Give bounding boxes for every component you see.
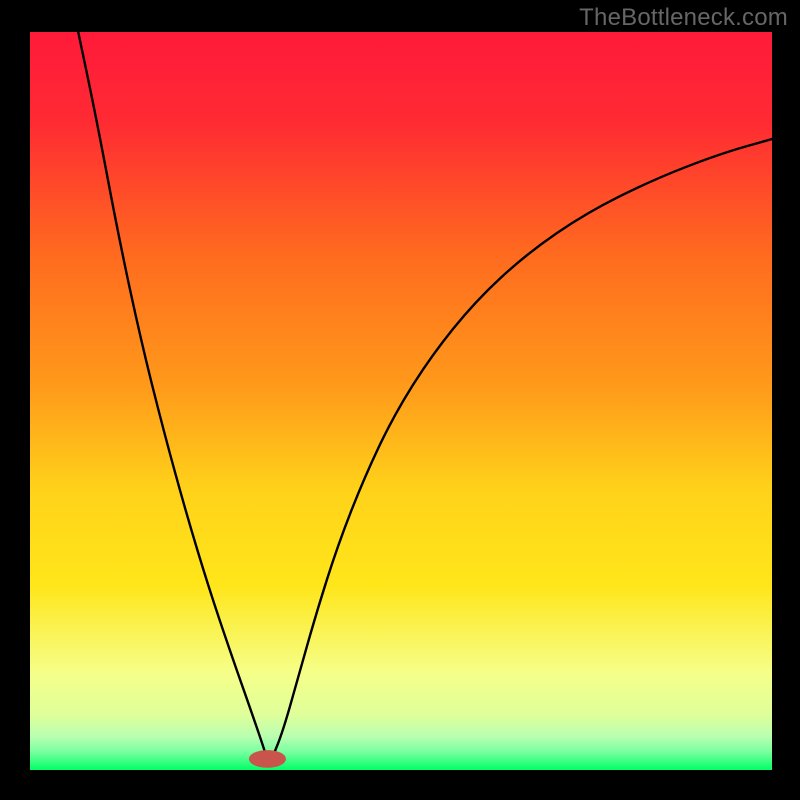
plot-background [30, 32, 772, 770]
chart-frame: TheBottleneck.com [0, 0, 800, 800]
chart-svg [0, 0, 800, 800]
watermark-text: TheBottleneck.com [579, 4, 788, 32]
valley-marker [249, 750, 286, 768]
